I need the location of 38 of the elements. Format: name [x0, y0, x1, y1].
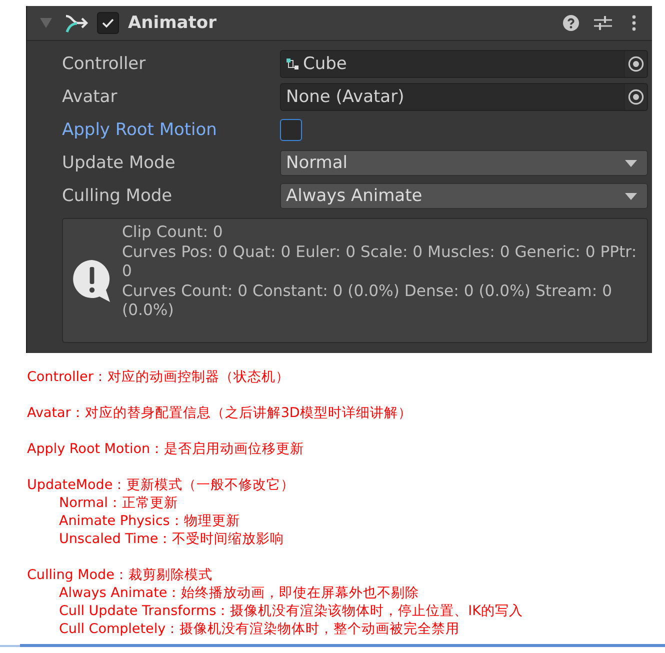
- caret-icon: [625, 192, 637, 200]
- note-text: Animate Physics：物理更新: [59, 512, 240, 530]
- property-label: Update Mode: [62, 153, 176, 173]
- property-label: Avatar: [62, 87, 118, 107]
- note-text: Normal：正常更新: [59, 494, 178, 512]
- note-text: Unscaled Time：不受时间缩放影响: [59, 530, 284, 548]
- target-icon: [628, 56, 644, 72]
- checkbox[interactable]: [280, 119, 302, 141]
- note-text: Cull Update Transforms：摄像机没有渲染该物体时，停止位置、IK的写入: [59, 602, 523, 620]
- object-field[interactable]: Cube: [280, 50, 648, 78]
- property-label: Culling Mode: [62, 186, 174, 206]
- note-text: Always Animate：始终播放动画，即使在屏幕外也不剔除: [59, 584, 420, 602]
- help-icon[interactable]: [563, 15, 579, 31]
- caret-icon: [625, 160, 637, 166]
- enable-checkbox[interactable]: [97, 12, 119, 34]
- component-title: Animator: [128, 13, 216, 33]
- object-picker-button[interactable]: [624, 84, 647, 110]
- note-text: Avatar：对应的替身配置信息（之后讲解3D模型时详细讲解）: [27, 404, 412, 422]
- animator-icon: [65, 13, 89, 33]
- menu-icon[interactable]: [632, 15, 636, 31]
- target-icon: [628, 89, 644, 105]
- check-icon: [102, 18, 114, 28]
- property-label: Controller: [62, 54, 147, 74]
- node-graph-icon: [286, 58, 299, 70]
- dropdown[interactable]: Normal: [280, 150, 648, 176]
- info-text: Clip Count: 0: [122, 223, 224, 242]
- note-text: Cull Completely：摄像机没有渲染物体时，整个动画被完全禁用: [59, 620, 460, 638]
- note-text: UpdateMode：更新模式（一般不修改它）: [27, 476, 295, 494]
- note-text: Controller：对应的动画控制器（状态机）: [27, 368, 290, 386]
- info-text: Curves Count: 0 Constant: 0 (0.0%) Dense: 0 (0.0%) Stream: 0 (0.0%): [122, 282, 613, 320]
- note-text: Apply Root Motion：是否启用动画位移更新: [27, 440, 304, 458]
- property-label: Apply Root Motion: [62, 120, 218, 140]
- object-picker-button[interactable]: [624, 51, 647, 77]
- info-text: Curves Pos: 0 Quat: 0 Euler: 0 Scale: 0 Muscles: 0 Generic: 0 PPtr: 0: [122, 242, 638, 282]
- sliders-icon[interactable]: [594, 15, 612, 31]
- dropdown[interactable]: Always Animate: [280, 183, 648, 209]
- note-text: Culling Mode：裁剪剔除模式: [27, 566, 212, 584]
- object-field[interactable]: None (Avatar): [280, 83, 648, 111]
